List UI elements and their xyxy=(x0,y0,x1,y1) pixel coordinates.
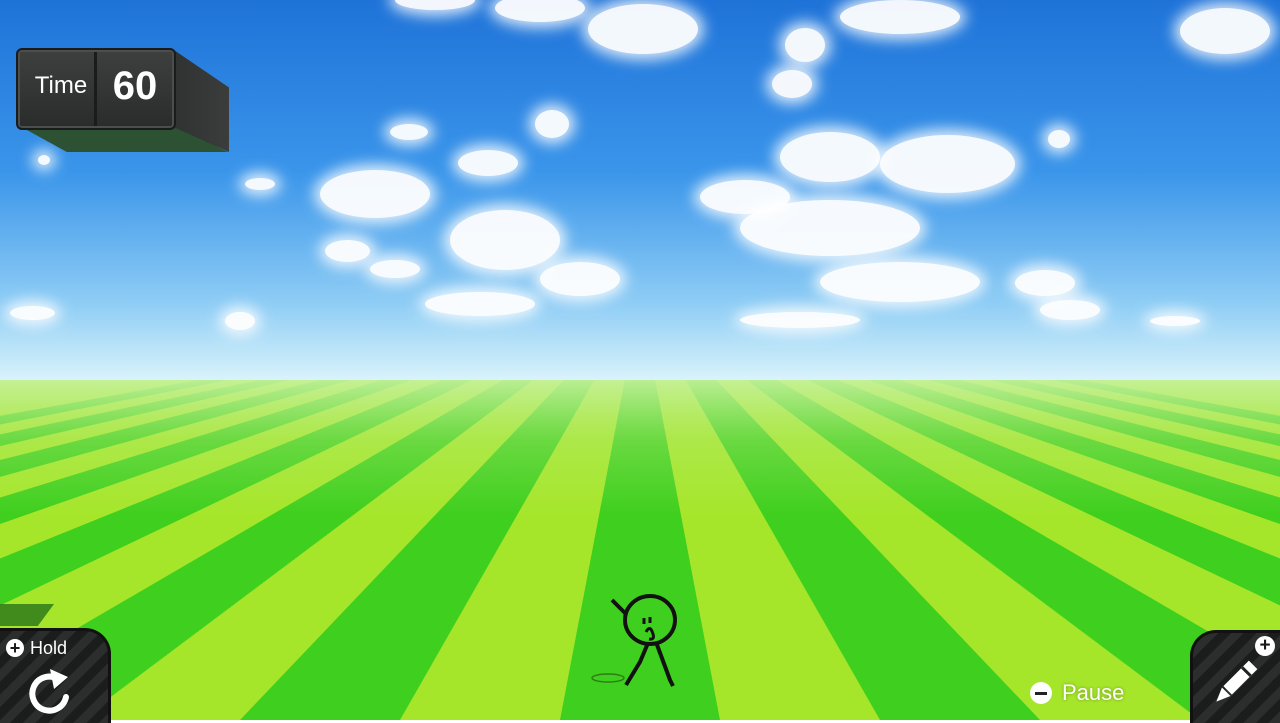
cloud xyxy=(772,70,812,98)
cloud xyxy=(840,0,960,34)
plus-icon: + xyxy=(1255,636,1275,656)
timer-divider xyxy=(94,52,97,126)
cloud xyxy=(1150,316,1200,326)
cloud xyxy=(1048,130,1070,148)
cloud xyxy=(540,262,620,296)
draw-button[interactable]: + xyxy=(1190,630,1280,723)
cloud xyxy=(38,155,50,165)
pause-button[interactable]: Pause xyxy=(1030,678,1124,708)
cloud xyxy=(820,262,980,302)
cloud xyxy=(245,178,275,190)
cloud xyxy=(588,4,698,54)
plus-icon: + xyxy=(6,639,24,657)
cloud xyxy=(1015,270,1075,296)
cloud xyxy=(395,0,475,10)
cloud xyxy=(370,260,420,278)
hold-rotate-button[interactable]: + Hold xyxy=(0,628,111,723)
time-counter: Time 60 xyxy=(16,48,230,156)
cloud xyxy=(880,135,1015,193)
cloud xyxy=(740,312,860,328)
cloud xyxy=(785,28,825,62)
time-label: Time xyxy=(34,72,88,99)
cloud xyxy=(225,312,255,330)
cloud xyxy=(325,240,370,262)
pause-label: Pause xyxy=(1062,680,1125,705)
cloud xyxy=(1040,300,1100,320)
cloud xyxy=(10,306,55,320)
rotate-icon xyxy=(29,669,69,714)
cloud xyxy=(320,170,430,218)
cloud xyxy=(425,292,535,316)
cloud xyxy=(458,150,518,176)
stick-figure-character xyxy=(591,594,677,687)
minus-icon xyxy=(1030,682,1052,704)
cloud xyxy=(390,124,428,140)
hold-label: Hold xyxy=(30,638,68,658)
cloud xyxy=(535,110,569,138)
cloud xyxy=(780,132,880,182)
timer-front-panel: Time 60 xyxy=(16,48,176,130)
cloud xyxy=(450,210,560,270)
cloud xyxy=(495,0,585,22)
time-value: 60 xyxy=(112,64,158,108)
cloud xyxy=(1180,8,1270,54)
cloud xyxy=(740,200,920,256)
pencil-icon xyxy=(1216,660,1258,702)
